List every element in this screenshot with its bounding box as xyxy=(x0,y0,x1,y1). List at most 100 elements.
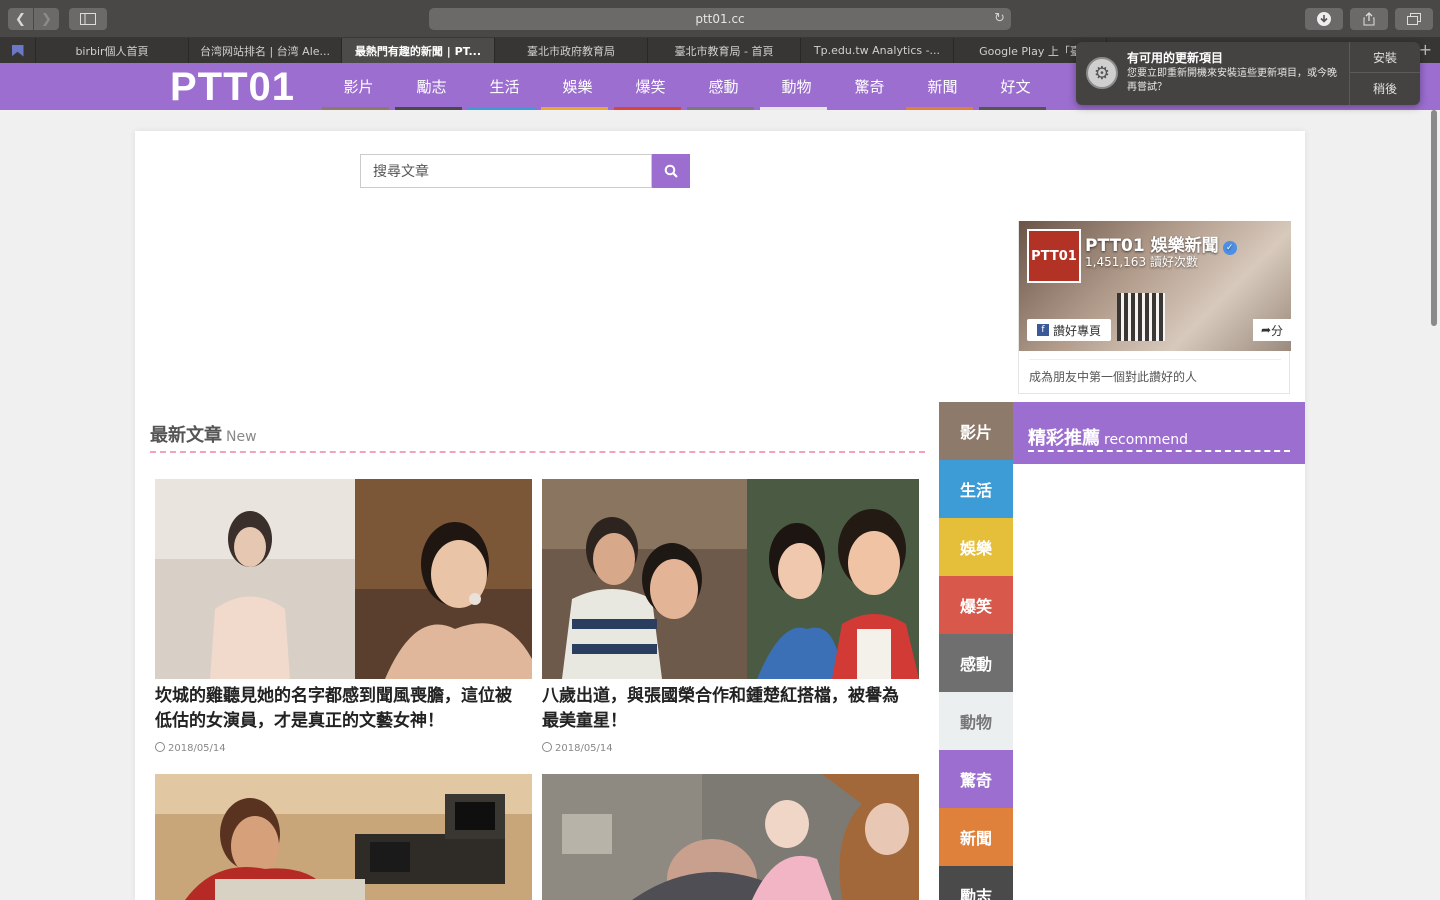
menu-label: 動物 xyxy=(781,78,812,96)
category-link[interactable]: 影片 xyxy=(939,402,1013,460)
fb-friends-text: 成為朋友中第一個對此讚好的人 xyxy=(1029,359,1281,385)
tab-label: 台湾网站排名 | 台湾 Ale... xyxy=(199,44,331,58)
url-text: ptt01.cc xyxy=(695,12,745,26)
fb-share-label: 分 xyxy=(1271,323,1284,338)
menu-item[interactable]: 影片 xyxy=(322,63,395,110)
notification-body: 您要立即重新開機來安裝這些更新項目，或今晚再嘗試？ xyxy=(1127,68,1337,93)
category-link[interactable]: 爆笑 xyxy=(939,576,1013,634)
menu-underline xyxy=(833,107,900,110)
forward-icon[interactable]: ❯ xyxy=(34,8,59,30)
menu-underline xyxy=(760,107,827,110)
tab-item[interactable]: birbir個人首頁 xyxy=(36,38,189,63)
menu-label: 勵志 xyxy=(416,78,447,96)
menu-item[interactable]: 感動 xyxy=(687,63,760,110)
fb-avatar[interactable]: PTT01 xyxy=(1027,229,1081,283)
tab-item[interactable]: 臺北市教育局 - 首頁 xyxy=(648,38,801,63)
facebook-page-widget[interactable]: PTT01 PTT01 娛樂新聞 ✓ 1,451,163 讀好次數 f 讚好專頁 ➦… xyxy=(1018,221,1291,394)
address-bar[interactable]: ptt01.cc ↻ xyxy=(429,8,1011,30)
menu-underline xyxy=(979,107,1046,110)
recommend-divider xyxy=(1028,450,1290,452)
page-scrollbar[interactable] xyxy=(1428,110,1440,900)
share-icon[interactable] xyxy=(1350,8,1388,30)
main-menu: 影片 勵志 生活 娛樂 爆笑 感動 動物 驚奇 新聞 好文 xyxy=(322,63,1052,110)
new-tab-icon[interactable]: + xyxy=(1419,40,1432,59)
update-notification: ⚙ 有可用的更新項目 您要立即重新開機來安裝這些更新項目，或今晚再嘗試？ 安裝 … xyxy=(1076,42,1420,105)
pinned-tab[interactable] xyxy=(0,38,36,63)
tab-item[interactable]: 臺北市政府教育局 xyxy=(495,38,648,63)
fb-like-button[interactable]: f 讚好專頁 xyxy=(1027,319,1111,341)
menu-item[interactable]: 爆笑 xyxy=(614,63,687,110)
category-column: 影片 生活 娛樂 爆笑 感動 動物 驚奇 新聞 勵志 xyxy=(939,402,1013,900)
menu-label: 爆笑 xyxy=(635,78,666,96)
browser-toolbar: ❮ ❯ ptt01.cc ↻ xyxy=(0,0,1440,38)
install-button[interactable]: 安裝 xyxy=(1350,42,1420,73)
downloads-icon[interactable] xyxy=(1305,8,1343,30)
menu-item[interactable]: 生活 xyxy=(468,63,541,110)
menu-label: 新聞 xyxy=(927,78,958,96)
tab-item[interactable]: Tp.edu.tw Analytics -... xyxy=(801,38,954,63)
reload-icon[interactable]: ↻ xyxy=(994,11,1005,26)
recommend-header: 精彩推薦 recommend xyxy=(1013,402,1305,464)
sidebar-toggle-icon[interactable] xyxy=(69,8,107,30)
clock-icon xyxy=(155,742,165,752)
content-area: 搜尋文章 PTT01 PTT01 娛樂新聞 ✓ 1,451,163 讀好次數 f讚… xyxy=(135,131,1305,900)
category-link[interactable]: 新聞 xyxy=(939,808,1013,866)
article-thumbnail[interactable] xyxy=(542,479,919,679)
share-arrow-icon: ➦ xyxy=(1260,323,1272,337)
category-link[interactable]: 勵志 xyxy=(939,866,1013,900)
fb-share-button[interactable]: ➦ 分 xyxy=(1253,319,1291,341)
article-thumbnail[interactable] xyxy=(155,479,532,679)
menu-item[interactable]: 勵志 xyxy=(395,63,468,110)
menu-label: 娛樂 xyxy=(562,78,593,96)
menu-item[interactable]: 娛樂 xyxy=(541,63,614,110)
menu-item[interactable]: 新聞 xyxy=(906,63,979,110)
category-link[interactable]: 生活 xyxy=(939,460,1013,518)
site-logo[interactable]: PTT01 xyxy=(170,65,295,110)
qr-code-icon xyxy=(1117,293,1165,341)
tab-label: Google Play 上「臺 xyxy=(979,44,1081,58)
clock-icon xyxy=(542,742,552,752)
scrollbar-thumb[interactable] xyxy=(1431,110,1437,326)
menu-underline xyxy=(541,107,608,110)
latest-subtitle: New xyxy=(226,429,257,445)
menu-item[interactable]: 驚奇 xyxy=(833,63,906,110)
article-thumbnail[interactable] xyxy=(155,774,532,900)
category-link[interactable]: 驚奇 xyxy=(939,750,1013,808)
recommend-heading: 精彩推薦 recommend xyxy=(1028,424,1188,450)
search-button[interactable] xyxy=(652,154,690,188)
search-input[interactable]: 搜尋文章 xyxy=(360,154,652,188)
article-date-text: 2018/05/14 xyxy=(555,743,613,754)
menu-underline xyxy=(614,107,681,110)
menu-label: 驚奇 xyxy=(854,78,885,96)
later-button[interactable]: 稍後 xyxy=(1350,73,1420,104)
section-divider xyxy=(150,451,925,453)
category-link[interactable]: 娛樂 xyxy=(939,518,1013,576)
fb-like-count: 1,451,163 讀好次數 xyxy=(1085,255,1198,269)
menu-label: 影片 xyxy=(343,78,374,96)
verified-icon: ✓ xyxy=(1222,241,1237,255)
article-date-text: 2018/05/14 xyxy=(168,743,226,754)
menu-item[interactable]: 好文 xyxy=(979,63,1052,110)
back-icon[interactable]: ❮ xyxy=(8,8,33,30)
facebook-icon: f xyxy=(1036,324,1049,336)
recommend-subtitle: recommend xyxy=(1104,432,1188,448)
tab-label: 臺北市政府教育局 xyxy=(527,44,615,58)
tab-item[interactable]: 台湾网站排名 | 台湾 Ale... xyxy=(189,38,342,63)
tab-label: Tp.edu.tw Analytics -... xyxy=(813,44,941,57)
tab-label: birbir個人首頁 xyxy=(75,44,149,58)
menu-underline xyxy=(395,107,462,110)
menu-label: 好文 xyxy=(1000,78,1031,96)
article-title[interactable]: 八歲出道，與張國榮合作和鍾楚紅搭檔，被譽為最美童星！ xyxy=(542,684,914,734)
latest-heading: 最新文章 New xyxy=(150,421,257,447)
system-preferences-icon: ⚙ xyxy=(1086,57,1118,89)
bookmark-icon xyxy=(11,44,24,57)
tabs-overview-icon[interactable] xyxy=(1395,8,1433,30)
latest-title: 最新文章 xyxy=(150,425,222,446)
menu-underline xyxy=(906,107,973,110)
category-link[interactable]: 動物 xyxy=(939,692,1013,750)
menu-item[interactable]: 動物 xyxy=(760,63,833,110)
article-thumbnail[interactable] xyxy=(542,774,919,900)
tab-item-active[interactable]: 最熱門有趣的新聞 | PT... xyxy=(342,38,495,63)
category-link[interactable]: 感動 xyxy=(939,634,1013,692)
article-title[interactable]: 坎城的雞聽見她的名字都感到聞風喪膽，這位被低估的女演員，才是真正的文藝女神！ xyxy=(155,684,527,734)
